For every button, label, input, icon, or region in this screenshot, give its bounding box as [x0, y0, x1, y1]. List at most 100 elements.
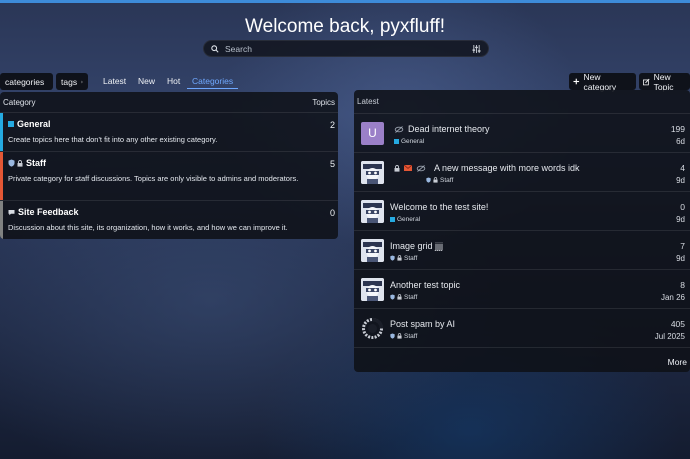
- avatar[interactable]: [361, 161, 384, 184]
- categories-panel: Category Topics General 2 Create topics …: [0, 92, 338, 239]
- edit-icon: [643, 78, 650, 85]
- category-name[interactable]: Site Feedback: [18, 207, 79, 217]
- category-square-icon: [390, 216, 395, 222]
- topic-category[interactable]: Staff: [404, 333, 417, 340]
- tags-dropdown[interactable]: tags: [56, 73, 88, 90]
- latest-panel: Latest U Dead internet theory General 19…: [354, 90, 690, 372]
- topic-category[interactable]: Staff: [440, 177, 453, 184]
- nav-latest[interactable]: Latest: [103, 75, 126, 89]
- lock-icon: [397, 255, 402, 261]
- topic-title[interactable]: Another test topic: [390, 280, 460, 290]
- topic-activity-date[interactable]: 9d: [676, 215, 685, 224]
- topic-category[interactable]: General: [397, 216, 420, 223]
- topic-reply-count: 199: [670, 124, 685, 134]
- topic-reply-count: 8: [680, 280, 685, 290]
- eye-slash-icon: [416, 164, 426, 172]
- mascot-avatar-image: [361, 278, 384, 301]
- new-category-button[interactable]: New category: [569, 71, 636, 92]
- envelope-icon: [404, 165, 412, 171]
- nav-new[interactable]: New: [138, 75, 155, 89]
- topic-reply-count: 4: [680, 163, 685, 173]
- top-accent-line: [0, 0, 690, 3]
- topic-row[interactable]: U Dead internet theory General 199 6d: [354, 113, 690, 152]
- lock-icon: [17, 159, 23, 167]
- lock-icon: [397, 333, 402, 339]
- search-placeholder[interactable]: Search: [225, 44, 472, 54]
- lock-icon: [394, 164, 400, 172]
- category-name[interactable]: General: [17, 119, 51, 129]
- topic-activity-date[interactable]: 6d: [676, 137, 685, 146]
- speech-bubble-icon: [8, 209, 15, 215]
- mascot-avatar-image: [361, 200, 384, 223]
- topic-category[interactable]: Staff: [404, 294, 417, 301]
- shield-icon: [390, 333, 395, 339]
- topic-activity-date[interactable]: Jan 26: [661, 293, 685, 302]
- new-category-label: New category: [583, 71, 617, 92]
- shield-icon: [390, 255, 395, 261]
- topic-row[interactable]: Image grid jjjj Staff 7 9d: [354, 230, 690, 269]
- search-bar[interactable]: Search: [203, 40, 489, 57]
- avatar[interactable]: [361, 278, 384, 301]
- category-square-icon: [8, 121, 14, 127]
- category-row-site-feedback[interactable]: Site Feedback 0 Discussion about this si…: [0, 200, 338, 239]
- topic-category[interactable]: Staff: [404, 255, 417, 262]
- search-icon: [211, 44, 219, 53]
- category-color-bar: [0, 152, 3, 200]
- category-row-staff[interactable]: Staff 5 Private category for staff discu…: [0, 151, 338, 200]
- category-name[interactable]: Staff: [26, 158, 46, 168]
- topic-title[interactable]: Welcome to the test site!: [390, 202, 488, 212]
- nav-hot[interactable]: Hot: [167, 75, 180, 89]
- avatar[interactable]: [361, 239, 384, 262]
- eye-slash-icon: [394, 125, 404, 133]
- topic-activity-date[interactable]: Jul 2025: [655, 332, 685, 341]
- plus-icon: [573, 78, 580, 85]
- category-color-bar: [0, 113, 3, 151]
- category-row-general[interactable]: General 2 Create topics here that don't …: [0, 112, 338, 151]
- mascot-avatar-image: [361, 161, 384, 184]
- topic-activity-date[interactable]: 9d: [676, 176, 685, 185]
- shield-icon: [390, 294, 395, 300]
- topic-title[interactable]: Image grid jjjj: [390, 241, 443, 251]
- new-topic-button[interactable]: New Topic: [639, 71, 690, 92]
- topic-title[interactable]: A new message with more words idk: [434, 163, 580, 173]
- shield-icon: [426, 177, 431, 183]
- category-description: Discussion about this site, its organiza…: [8, 223, 288, 232]
- topic-title[interactable]: Dead internet theory: [408, 124, 490, 134]
- topic-reply-count: 7: [680, 241, 685, 251]
- avatar[interactable]: U: [361, 122, 384, 145]
- category-color-bar: [0, 201, 3, 239]
- category-topic-count: 5: [329, 159, 335, 169]
- new-topic-label: New Topic: [653, 71, 674, 92]
- categories-dropdown[interactable]: categories: [0, 73, 53, 90]
- lock-icon: [397, 294, 402, 300]
- latest-header: Latest: [357, 97, 379, 106]
- navigation-bar: categories tags Latest New Hot Categorie…: [0, 71, 690, 92]
- more-link[interactable]: More: [668, 357, 687, 367]
- topic-row[interactable]: Post spam by AI Staff 405 Jul 2025: [354, 308, 690, 347]
- category-square-icon: [394, 138, 399, 144]
- avatar[interactable]: [361, 200, 384, 223]
- category-column-header: Category: [3, 97, 36, 107]
- topic-activity-date[interactable]: 9d: [676, 254, 685, 263]
- category-topic-count: 2: [329, 120, 335, 130]
- latest-divider: [354, 347, 690, 348]
- topic-category[interactable]: General: [401, 138, 424, 145]
- welcome-banner: Welcome back, pyxfluff!: [245, 16, 445, 37]
- topic-row[interactable]: Another test topic Staff 8 Jan 26: [354, 269, 690, 308]
- nav-categories[interactable]: Categories: [187, 75, 239, 89]
- topic-row[interactable]: Welcome to the test site! General 0 9d: [354, 191, 690, 230]
- spiral-avatar-image: [362, 317, 384, 339]
- topic-reply-count: 405: [670, 319, 685, 329]
- categories-dropdown-label: categories: [5, 76, 45, 87]
- lock-icon: [433, 177, 438, 183]
- topic-title[interactable]: Post spam by AI: [390, 319, 455, 329]
- sliders-icon[interactable]: [472, 44, 481, 53]
- category-description: Create topics here that don't fit into a…: [8, 135, 218, 144]
- category-topic-count: 0: [329, 208, 335, 218]
- shield-icon: [8, 159, 15, 167]
- topics-column-header: Topics: [312, 97, 335, 107]
- topic-reply-count: 0: [680, 202, 685, 212]
- topic-row[interactable]: A new message with more words idk Staff …: [354, 152, 690, 191]
- avatar[interactable]: [361, 317, 384, 340]
- tags-dropdown-label: tags: [61, 76, 78, 87]
